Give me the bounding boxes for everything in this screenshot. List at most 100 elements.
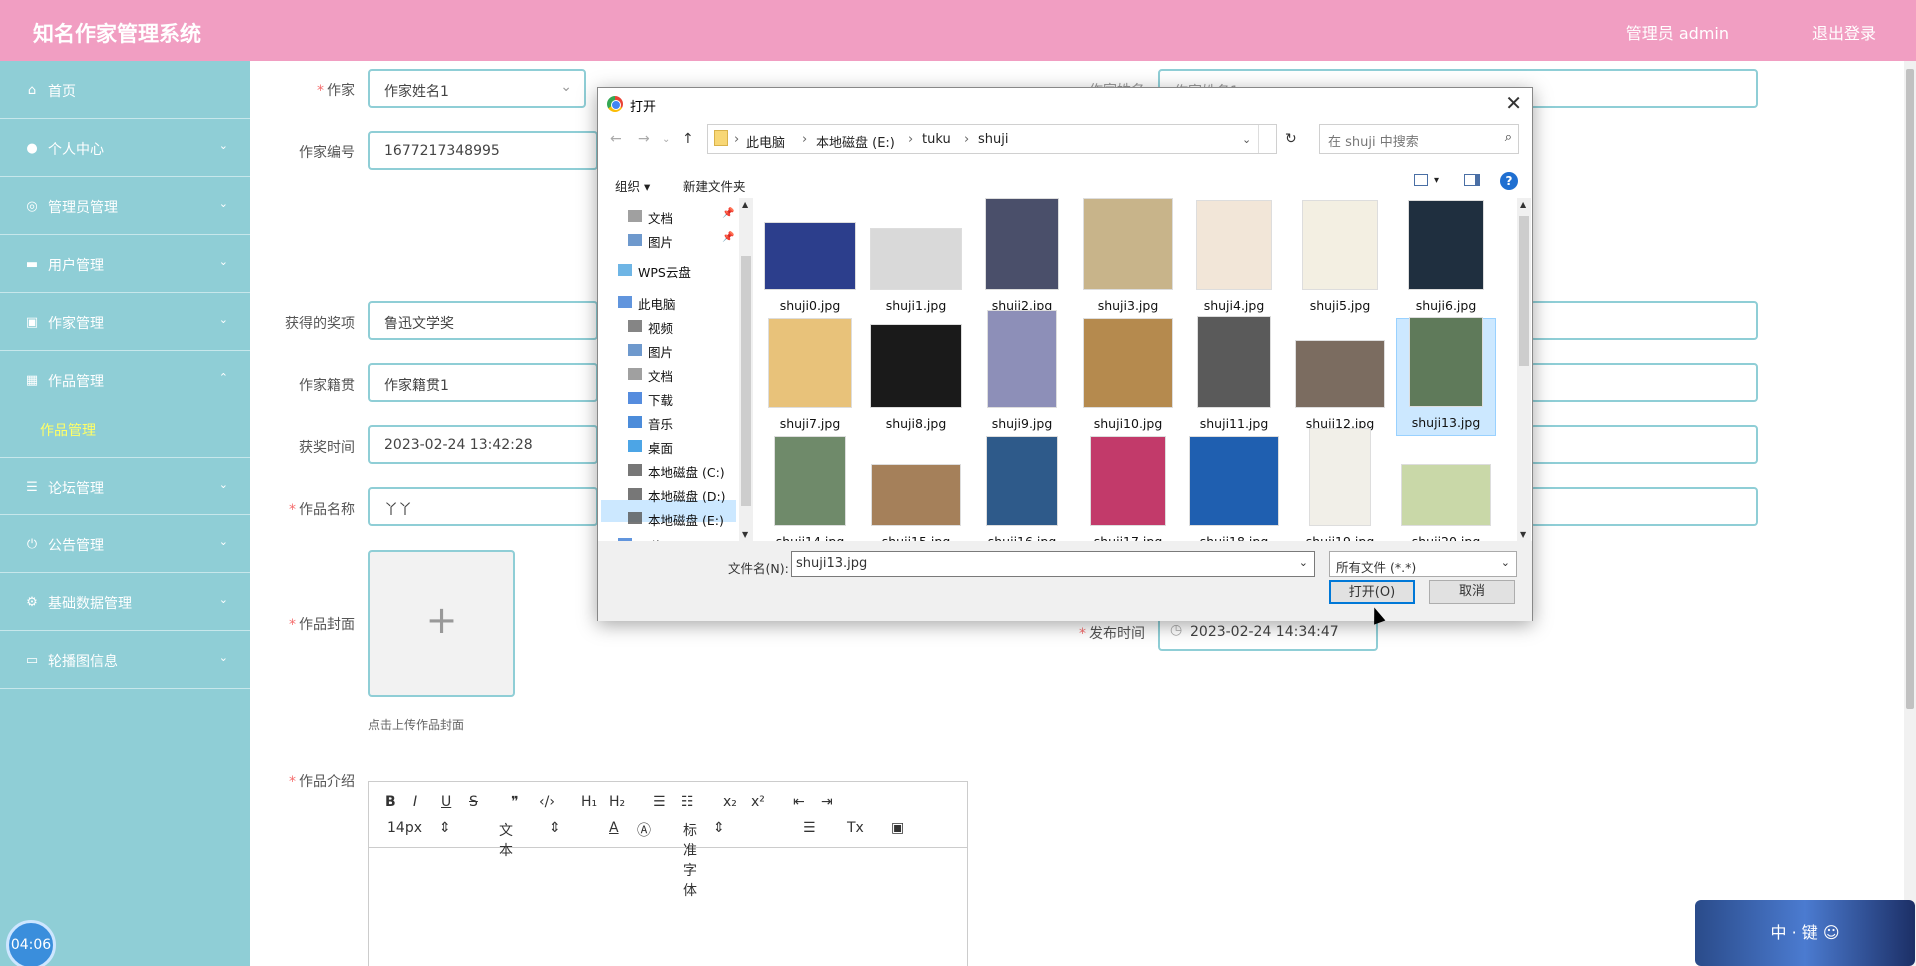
logout-link[interactable]: 退出登录 xyxy=(1812,20,1876,44)
file-item[interactable]: shuji5.jpg xyxy=(1290,200,1390,318)
code-button[interactable]: ‹/› xyxy=(539,794,555,810)
sidebar-item-users[interactable]: ▬ 用户管理 ⌄ xyxy=(0,235,250,293)
file-item[interactable]: shuji17.jpg xyxy=(1078,436,1178,541)
author-select[interactable]: 作家姓名1 ⌄ xyxy=(368,69,586,108)
nav-tree-item[interactable]: 本地磁盘 (C:) xyxy=(648,462,725,481)
sidebar-item-notices[interactable]: ⏻ 公告管理 ⌄ xyxy=(0,515,250,573)
nav-tree-item[interactable]: 文档 xyxy=(648,366,673,385)
outdent-button[interactable]: ⇤ xyxy=(793,794,805,810)
sidebar-item-forum[interactable]: ☰ 论坛管理 ⌄ xyxy=(0,457,250,515)
clear-format-button[interactable]: Tx xyxy=(847,820,864,836)
nav-tree-item[interactable]: 视频 xyxy=(648,318,673,337)
nav-tree-item[interactable]: 图片 xyxy=(648,232,673,251)
nav-tree-item[interactable]: 下载 xyxy=(648,390,673,409)
scroll-up-icon[interactable]: ▲ xyxy=(742,200,748,209)
organize-menu[interactable]: 组织 ▾ xyxy=(615,176,650,195)
work-name-input-right[interactable] xyxy=(1530,487,1758,526)
view-icon[interactable] xyxy=(1414,174,1428,186)
superscript-button[interactable]: x² xyxy=(751,794,765,810)
file-item[interactable]: shuji3.jpg xyxy=(1078,198,1178,318)
forward-arrow-icon[interactable]: → xyxy=(638,131,650,147)
cover-upload[interactable]: + xyxy=(368,550,515,697)
breadcrumb-item[interactable]: tuku xyxy=(922,132,951,147)
nav-tree-item[interactable]: 图片 xyxy=(648,342,673,361)
underline-button[interactable]: U xyxy=(441,794,451,810)
award-input-right[interactable] xyxy=(1530,301,1758,340)
award-time-input-right[interactable] xyxy=(1530,425,1758,464)
image-button[interactable]: ▣ xyxy=(891,820,904,836)
breadcrumb-item[interactable]: shuji xyxy=(978,132,1008,147)
ordered-list-button[interactable]: ☰ xyxy=(653,794,666,810)
quote-button[interactable]: ❞ xyxy=(511,794,519,810)
chevron-down-icon[interactable]: ⌄ xyxy=(1242,133,1251,146)
native-input[interactable]: 作家籍贯1 xyxy=(368,363,598,402)
file-item[interactable]: shuji11.jpg xyxy=(1184,316,1284,436)
breadcrumb-item[interactable]: 本地磁盘 (E:) xyxy=(816,132,895,151)
bold-button[interactable]: B xyxy=(385,794,396,810)
nav-tree-item[interactable]: 此电脑 xyxy=(638,294,676,313)
file-item[interactable]: shuji10.jpg xyxy=(1078,318,1178,436)
cancel-button[interactable]: 取消 xyxy=(1429,580,1515,604)
preview-pane-icon[interactable] xyxy=(1464,174,1480,186)
sidebar-item-admins[interactable]: ◎ 管理员管理 ⌄ xyxy=(0,177,250,235)
nav-tree-item[interactable]: WPS云盘 xyxy=(638,262,691,281)
file-item[interactable]: shuji19.jpg xyxy=(1290,428,1390,541)
work-name-input[interactable]: 丫丫 xyxy=(368,487,598,526)
sidebar-item-basedata[interactable]: ⚙ 基础数据管理 ⌄ xyxy=(0,573,250,631)
author-no-input[interactable]: 1677217348995 xyxy=(368,131,598,170)
new-folder-button[interactable]: 新建文件夹 xyxy=(683,176,746,195)
file-item[interactable]: shuji0.jpg xyxy=(760,200,860,318)
nav-scrollbar-thumb[interactable] xyxy=(741,256,751,506)
file-item[interactable]: shuji14.jpg xyxy=(760,436,860,541)
sidebar-item-profile[interactable]: ● 个人中心 ⌄ xyxy=(0,119,250,177)
file-item[interactable]: shuji6.jpg xyxy=(1396,200,1496,318)
file-item[interactable]: shuji16.jpg xyxy=(972,436,1072,541)
chevron-down-icon[interactable]: ⌄ xyxy=(1299,556,1308,569)
chevron-down-icon[interactable]: ▾ xyxy=(1434,175,1439,186)
h2-button[interactable]: H₂ xyxy=(609,794,625,810)
file-item[interactable]: shuji12.jpg xyxy=(1290,318,1390,436)
help-icon[interactable]: ? xyxy=(1500,172,1518,190)
nav-tree-item[interactable]: 音乐 xyxy=(648,414,673,433)
font-color-button[interactable]: A xyxy=(609,820,619,836)
nav-tree-item[interactable]: 本地磁盘 (E:) xyxy=(648,510,724,529)
sidebar-subitem-works[interactable]: 作品管理 xyxy=(40,420,96,440)
refresh-icon[interactable]: ↻ xyxy=(1285,131,1297,147)
sidebar-item-authors[interactable]: ▣ 作家管理 ⌄ xyxy=(0,293,250,351)
rich-text-editor[interactable]: B I U S ❞ ‹/› H₁ H₂ ☰ ☷ x₂ x² ⇤ ⇥ 14px ⇕ … xyxy=(368,781,968,966)
file-item[interactable]: shuji13.jpg xyxy=(1396,317,1496,436)
back-arrow-icon[interactable]: ← xyxy=(610,131,622,147)
breadcrumb-item[interactable]: 此电脑 xyxy=(746,132,785,151)
file-item[interactable]: shuji4.jpg xyxy=(1184,200,1284,318)
sidebar-item-carousel[interactable]: ▭ 轮播图信息 ⌄ xyxy=(0,631,250,689)
scroll-down-icon[interactable]: ▼ xyxy=(1520,530,1526,539)
award-input[interactable]: 鲁迅文学奖 xyxy=(368,301,598,340)
scroll-down-icon[interactable]: ▼ xyxy=(742,530,748,539)
nav-tree-item[interactable]: 本地磁盘 (D:) xyxy=(648,486,726,505)
recent-dropdown-icon[interactable]: ⌄ xyxy=(662,134,670,145)
file-item[interactable]: shuji2.jpg xyxy=(972,198,1072,318)
file-item[interactable]: shuji15.jpg xyxy=(866,436,966,541)
native-input-right[interactable] xyxy=(1530,363,1758,402)
file-item[interactable]: shuji20.jpg xyxy=(1396,436,1496,541)
indent-button[interactable]: ⇥ xyxy=(821,794,833,810)
file-item[interactable]: shuji18.jpg xyxy=(1184,436,1284,541)
search-input[interactable]: 在 shuji 中搜索 ⌕ xyxy=(1319,124,1519,154)
nav-scrollbar[interactable]: ▲ ▼ xyxy=(739,198,753,541)
page-scrollbar-thumb[interactable] xyxy=(1906,69,1914,709)
open-button[interactable]: 打开(O) xyxy=(1329,580,1415,604)
nav-tree-item[interactable]: 桌面 xyxy=(648,438,673,457)
close-icon[interactable]: ✕ xyxy=(1505,91,1522,115)
file-item[interactable]: shuji1.jpg xyxy=(866,200,966,318)
address-bar[interactable]: › 此电脑 › 本地磁盘 (E:) › tuku › shuji ⌄ xyxy=(707,124,1277,154)
scroll-up-icon[interactable]: ▲ xyxy=(1520,200,1526,209)
filename-input[interactable]: shuji13.jpg ⌄ xyxy=(791,551,1315,577)
file-item[interactable]: shuji8.jpg xyxy=(866,318,966,436)
file-grid-scrollbar[interactable]: ▲ ▼ xyxy=(1517,198,1531,541)
nav-tree-item[interactable]: 文档 xyxy=(648,208,673,227)
up-arrow-icon[interactable]: ↑ xyxy=(682,131,694,147)
file-item[interactable]: shuji7.jpg xyxy=(760,318,860,436)
background-color-button[interactable]: Ⓐ xyxy=(637,820,651,840)
file-item[interactable]: shuji9.jpg xyxy=(972,310,1072,436)
strike-button[interactable]: S xyxy=(469,794,478,810)
